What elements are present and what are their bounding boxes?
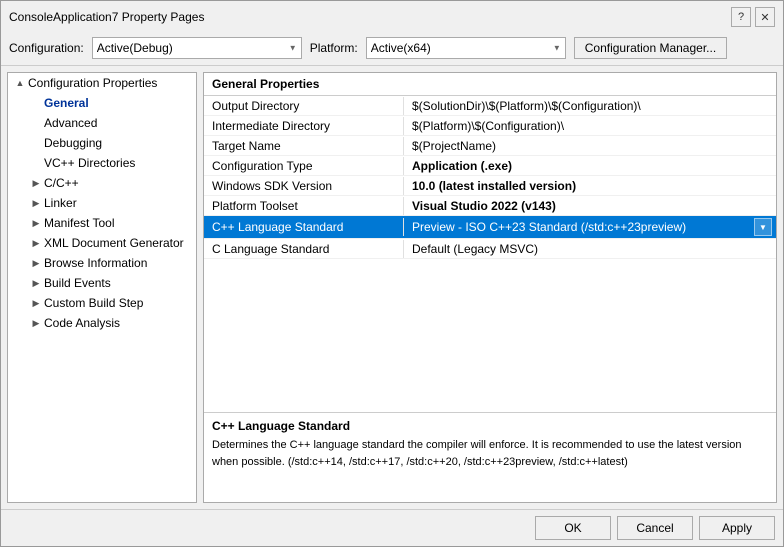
sidebar-item-advanced[interactable]: Advanced <box>8 113 196 133</box>
tree-expander-debugging <box>28 135 44 151</box>
sidebar-item-browse-info[interactable]: ▶Browse Information <box>8 253 196 273</box>
prop-row-cpp-lang-std[interactable]: C++ Language StandardPreview - ISO C++23… <box>204 216 776 239</box>
configuration-select[interactable]: Active(Debug) <box>92 37 302 59</box>
dialog-title: ConsoleApplication7 Property Pages <box>9 10 204 24</box>
sidebar-item-label-custom-build: Custom Build Step <box>44 296 143 310</box>
sidebar-item-config-props[interactable]: ▲Configuration Properties <box>8 73 196 93</box>
sidebar-item-code-analysis[interactable]: ▶Code Analysis <box>8 313 196 333</box>
sidebar-item-label-code-analysis: Code Analysis <box>44 316 120 330</box>
sidebar-item-vc-dirs[interactable]: VC++ Directories <box>8 153 196 173</box>
tree-expander-xml-doc-gen: ▶ <box>28 235 44 251</box>
left-panel: ▲Configuration Properties General Advanced… <box>7 72 197 503</box>
sidebar-item-c-cpp[interactable]: ▶C/C++ <box>8 173 196 193</box>
description-panel: C++ Language Standard Determines the C++… <box>204 412 776 502</box>
sidebar-item-label-manifest-tool: Manifest Tool <box>44 216 114 230</box>
tree-expander-vc-dirs <box>28 155 44 171</box>
sidebar-item-label-advanced: Advanced <box>44 116 97 130</box>
property-pages-dialog: ConsoleApplication7 Property Pages ? ✕ C… <box>0 0 784 547</box>
prop-value-output-dir: $(SolutionDir)\$(Platform)\$(Configurati… <box>404 97 776 115</box>
prop-value-intermediate-dir: $(Platform)\$(Configuration)\ <box>404 117 776 135</box>
prop-name-target-name: Target Name <box>204 137 404 155</box>
sidebar-item-label-c-cpp: C/C++ <box>44 176 79 190</box>
sidebar-item-build-events[interactable]: ▶Build Events <box>8 273 196 293</box>
sidebar-item-custom-build[interactable]: ▶Custom Build Step <box>8 293 196 313</box>
prop-name-platform-toolset: Platform Toolset <box>204 197 404 215</box>
sidebar-item-label-xml-doc-gen: XML Document Generator <box>44 236 184 250</box>
prop-value-win-sdk: 10.0 (latest installed version) <box>404 177 776 195</box>
description-text: Determines the C++ language standard the… <box>212 437 768 470</box>
prop-value-config-type: Application (.exe) <box>404 157 776 175</box>
description-title: C++ Language Standard <box>212 419 768 433</box>
configuration-label: Configuration: <box>9 41 84 55</box>
sidebar-item-label-debugging: Debugging <box>44 136 102 150</box>
title-bar-controls: ? ✕ <box>731 7 775 27</box>
platform-label: Platform: <box>310 41 358 55</box>
platform-select[interactable]: Active(x64) <box>366 37 566 59</box>
tree-expander-config-props: ▲ <box>12 75 28 91</box>
help-button[interactable]: ? <box>731 7 751 27</box>
prop-row-target-name[interactable]: Target Name$(ProjectName) <box>204 136 776 156</box>
tree-expander-advanced <box>28 115 44 131</box>
sidebar-item-label-browse-info: Browse Information <box>44 256 147 270</box>
platform-select-wrapper: Active(x64) <box>366 37 566 59</box>
tree-expander-general <box>28 95 44 111</box>
prop-row-c-lang-std[interactable]: C Language StandardDefault (Legacy MSVC) <box>204 239 776 259</box>
sidebar-item-label-build-events: Build Events <box>44 276 111 290</box>
prop-value-cpp-lang-std: Preview - ISO C++23 Standard (/std:c++23… <box>404 216 776 238</box>
prop-value-c-lang-std: Default (Legacy MSVC) <box>404 240 776 258</box>
sidebar-item-general[interactable]: General <box>8 93 196 113</box>
sidebar-item-label-linker: Linker <box>44 196 77 210</box>
prop-name-c-lang-std: C Language Standard <box>204 240 404 258</box>
cancel-button[interactable]: Cancel <box>617 516 693 540</box>
ok-button[interactable]: OK <box>535 516 611 540</box>
right-panel-header: General Properties <box>204 73 776 96</box>
apply-button[interactable]: Apply <box>699 516 775 540</box>
sidebar-item-label-config-props: Configuration Properties <box>28 76 157 90</box>
prop-name-cpp-lang-std: C++ Language Standard <box>204 218 404 236</box>
configuration-select-wrapper: Active(Debug) <box>92 37 302 59</box>
prop-name-output-dir: Output Directory <box>204 97 404 115</box>
prop-row-config-type[interactable]: Configuration TypeApplication (.exe) <box>204 156 776 176</box>
sidebar-item-label-general: General <box>44 96 89 110</box>
close-button[interactable]: ✕ <box>755 7 775 27</box>
right-panel: General Properties Output Directory$(Sol… <box>203 72 777 503</box>
tree-expander-manifest-tool: ▶ <box>28 215 44 231</box>
prop-value-platform-toolset: Visual Studio 2022 (v143) <box>404 197 776 215</box>
tree-expander-code-analysis: ▶ <box>28 315 44 331</box>
tree-expander-c-cpp: ▶ <box>28 175 44 191</box>
bottom-bar: OK Cancel Apply <box>1 509 783 546</box>
sidebar-item-linker[interactable]: ▶Linker <box>8 193 196 213</box>
tree-expander-build-events: ▶ <box>28 275 44 291</box>
prop-row-output-dir[interactable]: Output Directory$(SolutionDir)\$(Platfor… <box>204 96 776 116</box>
title-bar: ConsoleApplication7 Property Pages ? ✕ <box>1 1 783 31</box>
prop-dropdown-btn-cpp-lang-std[interactable]: ▼ <box>754 218 772 236</box>
prop-row-win-sdk[interactable]: Windows SDK Version10.0 (latest installe… <box>204 176 776 196</box>
sidebar-item-debugging[interactable]: Debugging <box>8 133 196 153</box>
config-row: Configuration: Active(Debug) Platform: A… <box>1 31 783 66</box>
config-manager-button[interactable]: Configuration Manager... <box>574 37 727 59</box>
prop-name-config-type: Configuration Type <box>204 157 404 175</box>
prop-name-win-sdk: Windows SDK Version <box>204 177 404 195</box>
sidebar-item-xml-doc-gen[interactable]: ▶XML Document Generator <box>8 233 196 253</box>
tree-expander-browse-info: ▶ <box>28 255 44 271</box>
prop-row-intermediate-dir[interactable]: Intermediate Directory$(Platform)\$(Conf… <box>204 116 776 136</box>
tree-expander-linker: ▶ <box>28 195 44 211</box>
sidebar-item-label-vc-dirs: VC++ Directories <box>44 156 135 170</box>
prop-value-target-name: $(ProjectName) <box>404 137 776 155</box>
properties-table: Output Directory$(SolutionDir)\$(Platfor… <box>204 96 776 412</box>
tree-expander-custom-build: ▶ <box>28 295 44 311</box>
prop-row-platform-toolset[interactable]: Platform ToolsetVisual Studio 2022 (v143… <box>204 196 776 216</box>
sidebar-item-manifest-tool[interactable]: ▶Manifest Tool <box>8 213 196 233</box>
main-content: ▲Configuration Properties General Advanced… <box>1 66 783 509</box>
prop-name-intermediate-dir: Intermediate Directory <box>204 117 404 135</box>
